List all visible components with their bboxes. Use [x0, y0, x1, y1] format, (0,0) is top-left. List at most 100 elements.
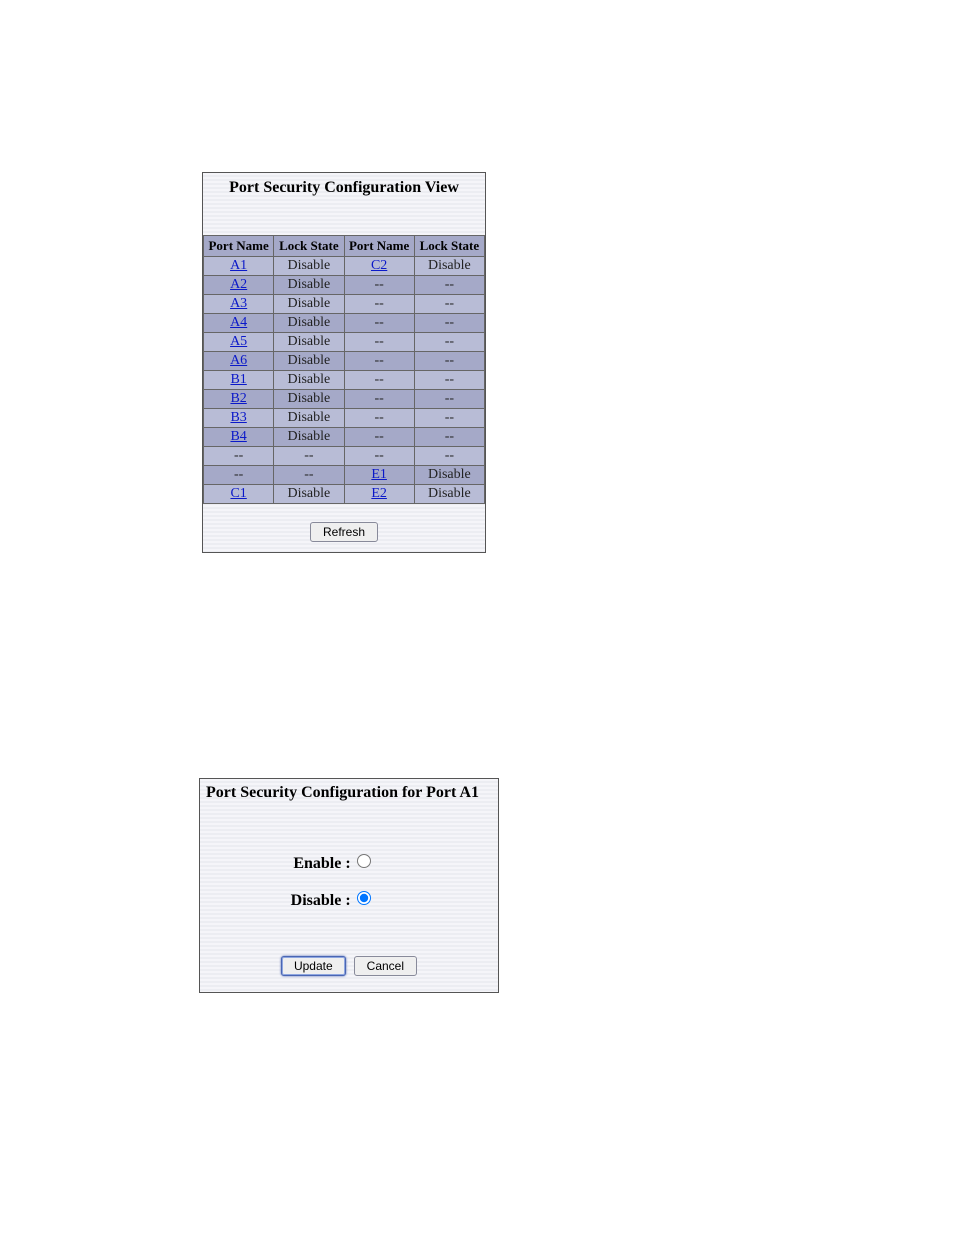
state-cell: Disable	[414, 466, 484, 485]
disable-row: Disable :	[200, 891, 498, 910]
state-cell: Disable	[274, 352, 344, 371]
state-cell: Disable	[414, 257, 484, 276]
state-cell: --	[414, 409, 484, 428]
port-link[interactable]: C2	[371, 258, 387, 273]
port-cell: A3	[204, 295, 274, 314]
state-cell: Disable	[274, 295, 344, 314]
state-cell: --	[344, 371, 414, 390]
header-port-name-1: Port Name	[204, 236, 274, 257]
port-cell: A1	[204, 257, 274, 276]
port-link[interactable]: A5	[230, 334, 247, 349]
port-cell: C1	[204, 485, 274, 504]
config-panel-title: Port Security Configuration for Port A1	[200, 779, 498, 806]
cancel-button[interactable]: Cancel	[354, 956, 417, 976]
header-lock-state-1: Lock State	[274, 236, 344, 257]
state-cell: --	[414, 428, 484, 447]
table-row: A6Disable----	[204, 352, 485, 371]
state-cell: --	[344, 409, 414, 428]
port-cell: A2	[204, 276, 274, 295]
state-cell: --	[274, 466, 344, 485]
state-cell: Disable	[274, 485, 344, 504]
table-row: A4Disable----	[204, 314, 485, 333]
state-cell: Disable	[274, 371, 344, 390]
state-cell: Disable	[414, 485, 484, 504]
state-cell: --	[414, 276, 484, 295]
state-cell: --	[414, 314, 484, 333]
state-cell: Disable	[274, 276, 344, 295]
table-row: --------	[204, 447, 485, 466]
panel-title: Port Security Configuration View	[203, 173, 485, 201]
port-cell: C2	[344, 257, 414, 276]
state-cell: --	[414, 371, 484, 390]
port-link[interactable]: B1	[230, 372, 246, 387]
port-cell: A5	[204, 333, 274, 352]
colon: :	[345, 892, 356, 910]
port-link[interactable]: E1	[371, 467, 387, 482]
disable-radio[interactable]	[357, 891, 371, 905]
port-security-view-panel: Port Security Configuration View Port Na…	[202, 172, 486, 553]
state-cell: --	[344, 352, 414, 371]
enable-label: Enable	[231, 855, 345, 873]
state-cell: --	[344, 390, 414, 409]
table-row: A5Disable----	[204, 333, 485, 352]
header-port-name-2: Port Name	[344, 236, 414, 257]
update-button[interactable]: Update	[281, 956, 346, 976]
spacer	[203, 201, 485, 235]
table-row: A2Disable----	[204, 276, 485, 295]
table-row: C1 Disable E2 Disable	[204, 485, 485, 504]
port-cell: B2	[204, 390, 274, 409]
port-link[interactable]: B3	[230, 410, 246, 425]
state-cell: Disable	[274, 257, 344, 276]
port-link[interactable]: A2	[230, 277, 247, 292]
port-link[interactable]: C1	[230, 486, 246, 501]
state-cell: --	[344, 333, 414, 352]
refresh-button[interactable]: Refresh	[310, 522, 378, 542]
state-cell: --	[414, 390, 484, 409]
enable-row: Enable :	[200, 854, 498, 873]
port-link[interactable]: B2	[230, 391, 246, 406]
port-link[interactable]: B4	[230, 429, 246, 444]
port-cell: E1	[344, 466, 414, 485]
table-row: ---- E1 Disable	[204, 466, 485, 485]
port-cell: B3	[204, 409, 274, 428]
state-cell: --	[204, 447, 274, 466]
state-cell: --	[414, 352, 484, 371]
state-cell: Disable	[274, 390, 344, 409]
port-cell: E2	[344, 485, 414, 504]
state-cell: --	[344, 447, 414, 466]
state-cell: --	[344, 428, 414, 447]
table-row: B2Disable----	[204, 390, 485, 409]
port-link[interactable]: A3	[230, 296, 247, 311]
radio-group: Enable : Disable :	[200, 854, 498, 910]
table-row: B1Disable----	[204, 371, 485, 390]
table-row: A1 Disable C2 Disable	[204, 257, 485, 276]
table-header-row: Port Name Lock State Port Name Lock Stat…	[204, 236, 485, 257]
table-row: B4Disable----	[204, 428, 485, 447]
header-lock-state-2: Lock State	[414, 236, 484, 257]
port-cell: A6	[204, 352, 274, 371]
port-cell: A4	[204, 314, 274, 333]
state-cell: Disable	[274, 428, 344, 447]
enable-radio[interactable]	[357, 854, 371, 868]
state-cell: Disable	[274, 314, 344, 333]
port-security-config-panel: Port Security Configuration for Port A1 …	[199, 778, 499, 993]
state-cell: --	[414, 447, 484, 466]
port-link[interactable]: E2	[371, 486, 387, 501]
colon: :	[345, 855, 356, 873]
state-cell: --	[204, 466, 274, 485]
port-link[interactable]: A1	[230, 258, 247, 273]
button-row: Update Cancel	[200, 956, 498, 976]
state-cell: --	[344, 314, 414, 333]
refresh-area: Refresh	[203, 504, 485, 552]
state-cell: --	[414, 295, 484, 314]
table-row: B3Disable----	[204, 409, 485, 428]
port-link[interactable]: A6	[230, 353, 247, 368]
state-cell: --	[274, 447, 344, 466]
port-cell: B4	[204, 428, 274, 447]
table-row: A3Disable----	[204, 295, 485, 314]
disable-label: Disable	[231, 892, 345, 910]
state-cell: --	[414, 333, 484, 352]
state-cell: Disable	[274, 333, 344, 352]
port-link[interactable]: A4	[230, 315, 247, 330]
state-cell: --	[344, 295, 414, 314]
